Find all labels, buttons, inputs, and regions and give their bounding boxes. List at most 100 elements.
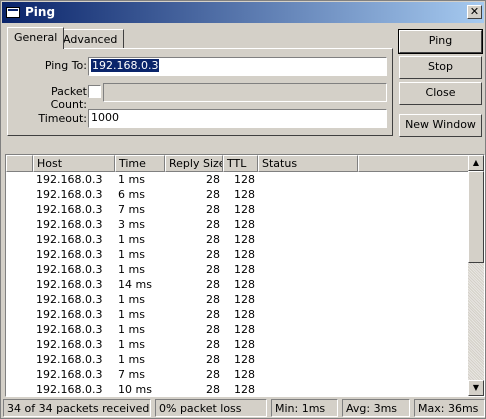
tab-advanced[interactable]: Advanced <box>56 29 125 49</box>
cell-reply-size: 28 <box>206 233 220 246</box>
cell-host: 192.168.0.3 <box>36 233 103 246</box>
timeout-input[interactable]: 1000 <box>88 109 387 128</box>
vertical-scrollbar[interactable]: ▲ ▼ <box>468 155 484 396</box>
table-row[interactable]: 192.168.0.3 1 ms 28 128 <box>6 232 470 247</box>
table-row[interactable]: 192.168.0.3 1 ms 28 128 <box>6 247 470 262</box>
window-title: Ping <box>25 5 56 19</box>
table-row[interactable]: 192.168.0.3 1 ms 28 128 <box>6 292 470 307</box>
cell-time: 14 ms <box>118 278 152 291</box>
close-button[interactable]: Close <box>399 82 482 105</box>
cell-status <box>258 382 358 396</box>
cell-ttl: 128 <box>234 323 255 336</box>
cell-ttl: 128 <box>234 248 255 261</box>
status-min: Min: 1ms <box>271 399 338 417</box>
packet-count-label: Packet Count: <box>50 85 87 111</box>
cell-time: 1 ms <box>118 293 145 306</box>
cell-host: 192.168.0.3 <box>36 278 103 291</box>
cell-host: 192.168.0.3 <box>36 338 103 351</box>
cell-host: 192.168.0.3 <box>36 248 103 261</box>
cell-host: 192.168.0.3 <box>36 368 103 381</box>
status-avg: Avg: 3ms <box>342 399 410 417</box>
new-window-button[interactable]: New Window <box>399 114 482 137</box>
cell-host: 192.168.0.3 <box>36 188 103 201</box>
status-bar: 34 of 34 packets received 0% packet loss… <box>3 399 485 418</box>
table-row[interactable]: 192.168.0.3 1 ms 28 128 <box>6 307 470 322</box>
cell-host: 192.168.0.3 <box>36 173 103 186</box>
cell-ttl: 128 <box>234 308 255 321</box>
ping-to-label: Ping To: <box>44 59 87 72</box>
cell-time: 1 ms <box>118 233 145 246</box>
cell-time: 6 ms <box>118 188 145 201</box>
cell-ttl: 128 <box>234 188 255 201</box>
cell-status <box>258 202 358 217</box>
packet-count-checkbox[interactable] <box>88 85 101 98</box>
table-row[interactable]: 192.168.0.3 1 ms 28 128 <box>6 352 470 367</box>
tab-general[interactable]: General <box>7 27 65 49</box>
cell-reply-size: 28 <box>206 278 220 291</box>
cell-time: 1 ms <box>118 248 145 261</box>
status-loss: 0% packet loss <box>155 399 267 417</box>
cell-reply-size: 28 <box>206 188 220 201</box>
cell-reply-size: 28 <box>206 323 220 336</box>
cell-status <box>258 187 358 202</box>
cell-reply-size: 28 <box>206 308 220 321</box>
header-ttl[interactable]: TTL <box>223 155 258 172</box>
cell-ttl: 128 <box>234 383 255 396</box>
cell-status <box>258 262 358 277</box>
cell-time: 1 ms <box>118 173 145 186</box>
cell-host: 192.168.0.3 <box>36 383 103 396</box>
table-row[interactable]: 192.168.0.3 3 ms 28 128 <box>6 217 470 232</box>
cell-status <box>258 322 358 337</box>
cell-status <box>258 217 358 232</box>
table-row[interactable]: 192.168.0.3 1 ms 28 128 <box>6 337 470 352</box>
cell-reply-size: 28 <box>206 383 220 396</box>
cell-ttl: 128 <box>234 203 255 216</box>
scroll-thumb[interactable] <box>468 171 484 263</box>
stop-button[interactable]: Stop <box>399 56 482 79</box>
cell-host: 192.168.0.3 <box>36 263 103 276</box>
table-row[interactable]: 192.168.0.3 14 ms 28 128 <box>6 277 470 292</box>
cell-status <box>258 247 358 262</box>
packet-count-input[interactable] <box>103 83 387 102</box>
cell-ttl: 128 <box>234 338 255 351</box>
header-time[interactable]: Time <box>115 155 165 172</box>
cell-host: 192.168.0.3 <box>36 293 103 306</box>
cell-ttl: 128 <box>234 293 255 306</box>
scroll-up-icon[interactable]: ▲ <box>468 155 484 171</box>
cell-ttl: 128 <box>234 278 255 291</box>
table-row[interactable]: 192.168.0.3 7 ms 28 128 <box>6 202 470 217</box>
table-body: 192.168.0.3 1 ms 28 128 192.168.0.3 6 ms 28 128… <box>6 172 470 396</box>
table-header: Host Time Reply Size TTL Status <box>6 155 470 172</box>
header-host[interactable]: Host <box>33 155 115 172</box>
header-reply-size[interactable]: Reply Size <box>165 155 223 172</box>
cell-reply-size: 28 <box>206 248 220 261</box>
cell-host: 192.168.0.3 <box>36 308 103 321</box>
ping-to-input[interactable]: 192.168.0.3 <box>88 57 387 76</box>
cell-time: 7 ms <box>118 203 145 216</box>
close-window-icon[interactable]: ✕ <box>467 5 482 19</box>
results-table[interactable]: Host Time Reply Size TTL Status 192.168.… <box>5 154 485 397</box>
table-row[interactable]: 192.168.0.3 6 ms 28 128 <box>6 187 470 202</box>
cell-reply-size: 28 <box>206 203 220 216</box>
cell-time: 1 ms <box>118 338 145 351</box>
table-row[interactable]: 192.168.0.3 1 ms 28 128 <box>6 322 470 337</box>
cell-time: 7 ms <box>118 368 145 381</box>
table-row[interactable]: 192.168.0.3 1 ms 28 128 <box>6 172 470 187</box>
cell-status <box>258 232 358 247</box>
title-bar[interactable]: Ping ✕ <box>2 2 484 23</box>
table-row[interactable]: 192.168.0.3 1 ms 28 128 <box>6 262 470 277</box>
cell-host: 192.168.0.3 <box>36 203 103 216</box>
scroll-down-icon[interactable]: ▼ <box>468 380 484 396</box>
cell-ttl: 128 <box>234 263 255 276</box>
cell-host: 192.168.0.3 <box>36 218 103 231</box>
status-received: 34 of 34 packets received <box>3 399 151 417</box>
table-row[interactable]: 192.168.0.3 7 ms 28 128 <box>6 367 470 382</box>
cell-status <box>258 292 358 307</box>
table-row[interactable]: 192.168.0.3 10 ms 28 128 <box>6 382 470 396</box>
window-icon <box>6 7 20 18</box>
cell-reply-size: 28 <box>206 338 220 351</box>
header-status[interactable]: Status <box>258 155 358 172</box>
ping-button[interactable]: Ping <box>398 29 483 54</box>
cell-reply-size: 28 <box>206 293 220 306</box>
cell-status <box>258 337 358 352</box>
